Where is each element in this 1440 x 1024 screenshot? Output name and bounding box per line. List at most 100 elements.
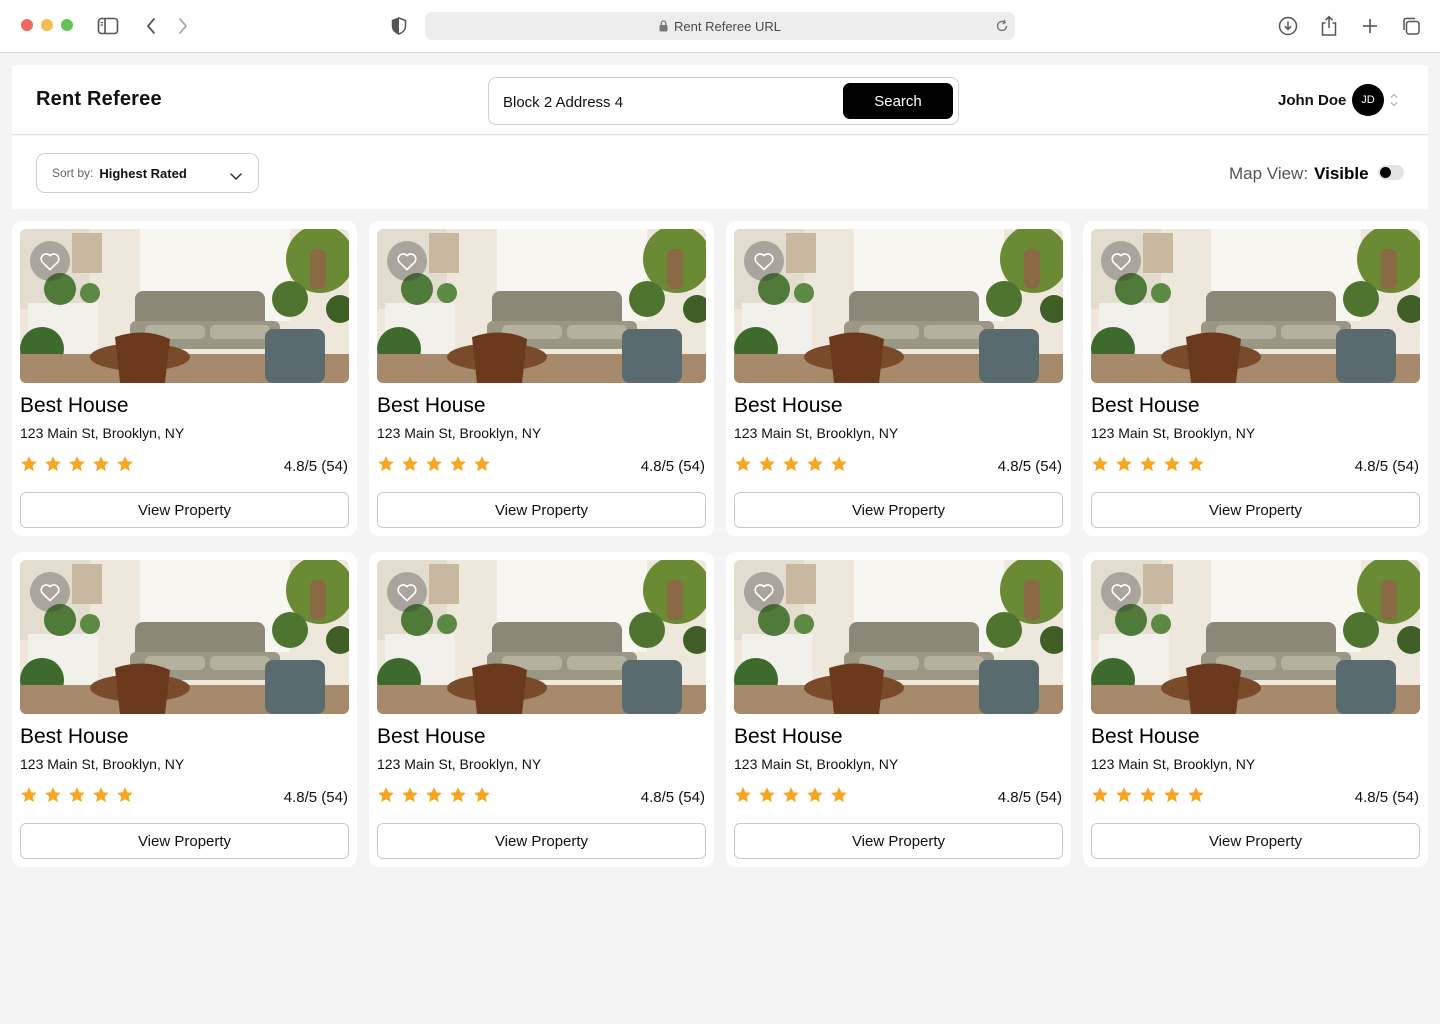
star-rating (734, 455, 848, 473)
forward-icon[interactable] (171, 14, 195, 38)
user-menu-chevron-icon[interactable] (1390, 92, 1398, 113)
app-header: Rent Referee Search John Doe JD (12, 65, 1428, 135)
back-icon[interactable] (139, 14, 163, 38)
property-address: 123 Main St, Brooklyn, NY (1091, 756, 1256, 772)
property-photo[interactable] (1091, 560, 1420, 714)
star-icon (69, 456, 85, 472)
property-title[interactable]: Best House (1091, 725, 1200, 749)
rating-text: 4.8/5 (54) (997, 458, 1062, 475)
tab-overview-icon[interactable] (1399, 14, 1423, 38)
favorite-button[interactable] (1101, 241, 1141, 281)
property-title[interactable]: Best House (734, 394, 843, 418)
property-title[interactable]: Best House (377, 394, 486, 418)
star-icon (474, 787, 490, 803)
heart-icon (40, 253, 60, 271)
property-title[interactable]: Best House (377, 725, 486, 749)
sort-dropdown[interactable]: Sort by: Highest Rated (36, 153, 259, 193)
property-card: Best House 123 Main St, Brooklyn, NY 4.8… (369, 221, 714, 536)
property-photo[interactable] (377, 560, 706, 714)
favorite-button[interactable] (30, 241, 70, 281)
property-card: Best House 123 Main St, Brooklyn, NY 4.8… (12, 552, 357, 867)
favorite-button[interactable] (387, 572, 427, 612)
star-icon (21, 787, 37, 803)
star-icon (1164, 787, 1180, 803)
favorite-button[interactable] (30, 572, 70, 612)
heart-icon (754, 584, 774, 602)
star-icon (69, 787, 85, 803)
view-property-button[interactable]: View Property (1091, 823, 1420, 859)
star-icon (378, 456, 394, 472)
avatar[interactable]: JD (1352, 84, 1384, 116)
property-photo[interactable] (734, 560, 1063, 714)
property-photo[interactable] (20, 560, 349, 714)
star-rating (1091, 455, 1205, 473)
favorite-button[interactable] (387, 241, 427, 281)
heart-icon (754, 253, 774, 271)
rating-text: 4.8/5 (54) (283, 458, 348, 475)
property-card: Best House 123 Main St, Brooklyn, NY 4.8… (1083, 221, 1428, 536)
download-icon[interactable] (1276, 14, 1300, 38)
star-icon (759, 787, 775, 803)
property-photo[interactable] (1091, 229, 1420, 383)
share-icon[interactable] (1317, 14, 1341, 38)
new-tab-icon[interactable] (1358, 14, 1382, 38)
rating-text: 4.8/5 (54) (997, 789, 1062, 806)
minimize-window-button[interactable] (41, 19, 53, 31)
user-name[interactable]: John Doe (1278, 92, 1346, 109)
view-property-button[interactable]: View Property (734, 492, 1063, 528)
property-photo[interactable] (20, 229, 349, 383)
property-address: 123 Main St, Brooklyn, NY (377, 425, 542, 441)
property-title[interactable]: Best House (734, 725, 843, 749)
heart-icon (1111, 253, 1131, 271)
star-icon (807, 787, 823, 803)
property-title[interactable]: Best House (1091, 394, 1200, 418)
star-icon (45, 456, 61, 472)
star-icon (93, 787, 109, 803)
heart-icon (397, 584, 417, 602)
sort-value: Highest Rated (99, 165, 187, 181)
map-view-toggle[interactable] (1378, 165, 1404, 180)
property-address: 123 Main St, Brooklyn, NY (1091, 425, 1256, 441)
star-icon (831, 456, 847, 472)
star-icon (117, 787, 133, 803)
address-bar[interactable]: Rent Referee URL (425, 12, 1015, 40)
reload-icon[interactable] (995, 19, 1009, 36)
map-view-status: Map View: Visible (1229, 164, 1369, 184)
star-icon (783, 787, 799, 803)
property-title[interactable]: Best House (20, 394, 129, 418)
property-title[interactable]: Best House (20, 725, 129, 749)
view-property-button[interactable]: View Property (20, 823, 349, 859)
star-icon (807, 456, 823, 472)
favorite-button[interactable] (744, 572, 784, 612)
star-icon (93, 456, 109, 472)
maximize-window-button[interactable] (61, 19, 73, 31)
search-button[interactable]: Search (843, 83, 953, 119)
star-icon (1116, 787, 1132, 803)
view-property-button[interactable]: View Property (1091, 492, 1420, 528)
star-icon (1116, 456, 1132, 472)
search-input[interactable] (503, 90, 823, 114)
sidebar-toggle-icon[interactable] (96, 14, 120, 38)
favorite-button[interactable] (744, 241, 784, 281)
star-icon (1188, 787, 1204, 803)
brand-logo[interactable]: Rent Referee (36, 88, 162, 111)
property-photo[interactable] (377, 229, 706, 383)
star-icon (426, 456, 442, 472)
privacy-shield-icon[interactable] (387, 14, 411, 38)
star-icon (450, 787, 466, 803)
browser-toolbar: Rent Referee URL (0, 0, 1440, 53)
view-property-button[interactable]: View Property (377, 823, 706, 859)
property-card: Best House 123 Main St, Brooklyn, NY 4.8… (726, 221, 1071, 536)
rating-text: 4.8/5 (54) (283, 789, 348, 806)
property-photo[interactable] (734, 229, 1063, 383)
favorite-button[interactable] (1101, 572, 1141, 612)
view-property-button[interactable]: View Property (377, 492, 706, 528)
star-rating (734, 786, 848, 804)
star-rating (20, 455, 134, 473)
search-bar: Search (488, 77, 959, 125)
rating-text: 4.8/5 (54) (1354, 789, 1419, 806)
star-rating (377, 786, 491, 804)
view-property-button[interactable]: View Property (734, 823, 1063, 859)
view-property-button[interactable]: View Property (20, 492, 349, 528)
close-window-button[interactable] (21, 19, 33, 31)
